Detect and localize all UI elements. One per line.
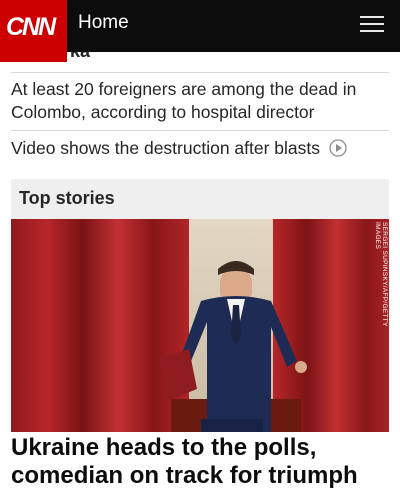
play-circle-icon <box>329 139 347 157</box>
story-link-1[interactable]: At least 20 foreigners are among the dea… <box>11 78 389 124</box>
hero-photo <box>11 219 389 432</box>
top-stories-header: Top stories <box>11 179 389 219</box>
image-credit: SERGEI SUPINSKY/AFP/GETTY IMAGES <box>374 222 388 327</box>
section-title: Top stories <box>19 188 115 208</box>
divider <box>11 130 389 131</box>
story-headline: At least 20 foreigners are among the dea… <box>11 79 357 122</box>
cnn-logo-text: CNN <box>6 13 56 41</box>
hero-headline[interactable]: Ukraine heads to the polls, comedian on … <box>11 434 389 490</box>
hamburger-menu-icon[interactable] <box>360 15 384 33</box>
hero-image[interactable]: SERGEI SUPINSKY/AFP/GETTY IMAGES <box>11 219 389 432</box>
story-link-2[interactable]: Video shows the destruction after blasts <box>11 137 389 160</box>
divider <box>11 72 389 73</box>
home-link[interactable]: Home <box>78 12 129 34</box>
story-headline: Video shows the destruction after blasts <box>11 138 321 158</box>
cnn-logo[interactable]: CNN <box>0 0 67 62</box>
